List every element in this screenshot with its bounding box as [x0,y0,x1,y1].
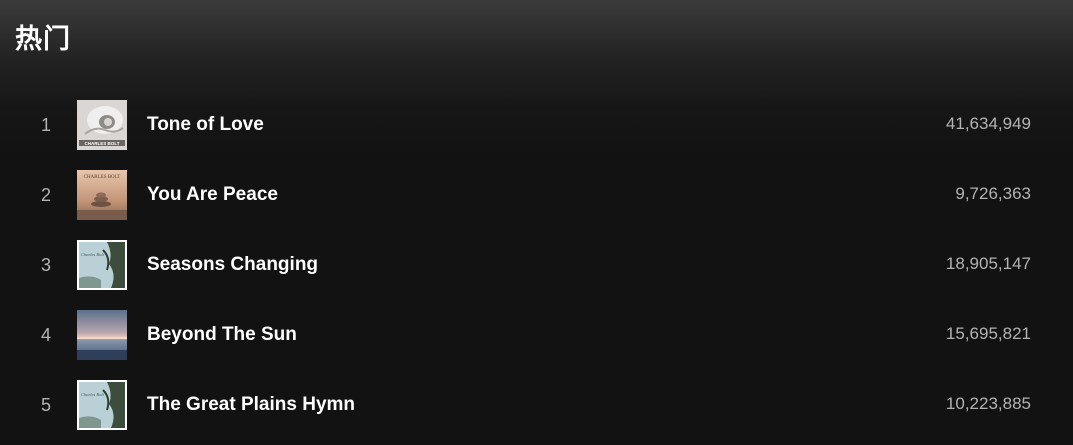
track-row[interactable]: 3 Charles Bolt Seasons Changing 18,905,1… [0,230,1073,300]
section-title: 热门 [15,24,71,55]
album-cover-image[interactable]: Charles Bolt [77,240,127,290]
track-row[interactable]: 4 Beyond The Sun 15,695,821 [0,300,1073,370]
track-title[interactable]: The Great Plains Hymn [147,394,355,416]
cover-artist-text: CHARLES BOLT [84,175,121,180]
cover-artist-text: Charles Bolt [81,392,105,397]
album-cover-image[interactable] [77,310,127,360]
play-count: 15,695,821 [945,324,1031,343]
play-count: 10,223,885 [945,394,1031,413]
track-number: 2 [40,185,51,205]
track-list: 1 CHARLES BOLT Tone of Love 41,634,949 2 [0,90,1073,440]
track-row[interactable]: 1 CHARLES BOLT Tone of Love 41,634,949 [0,90,1073,160]
track-row[interactable]: 5 Charles Bolt The Great Plains Hymn 10,… [0,370,1073,440]
album-cover-image[interactable]: CHARLES BOLT [77,100,127,150]
track-number: 4 [40,325,51,345]
track-title[interactable]: Seasons Changing [147,254,318,276]
track-title[interactable]: You Are Peace [147,184,278,206]
album-cover-image[interactable]: CHARLES BOLT [77,170,127,220]
play-count: 9,726,363 [955,184,1031,203]
track-row[interactable]: 2 CHARLES BOLT You Are Peace 9,726,363 [0,160,1073,230]
cover-artist-text: CHARLES BOLT [85,141,120,146]
play-count: 18,905,147 [945,254,1031,273]
cover-artist-text: Charles Bolt [81,252,105,257]
track-number: 1 [40,115,51,135]
album-cover-image[interactable]: Charles Bolt [77,380,127,430]
track-number: 3 [40,255,51,275]
track-title[interactable]: Tone of Love [147,114,264,136]
popular-tracks-panel: 热门 1 CHARLES BOLT Tone of Love 41,634,94… [0,0,1073,445]
play-count: 41,634,949 [945,114,1031,133]
track-number: 5 [40,395,51,415]
track-title[interactable]: Beyond The Sun [147,324,297,346]
